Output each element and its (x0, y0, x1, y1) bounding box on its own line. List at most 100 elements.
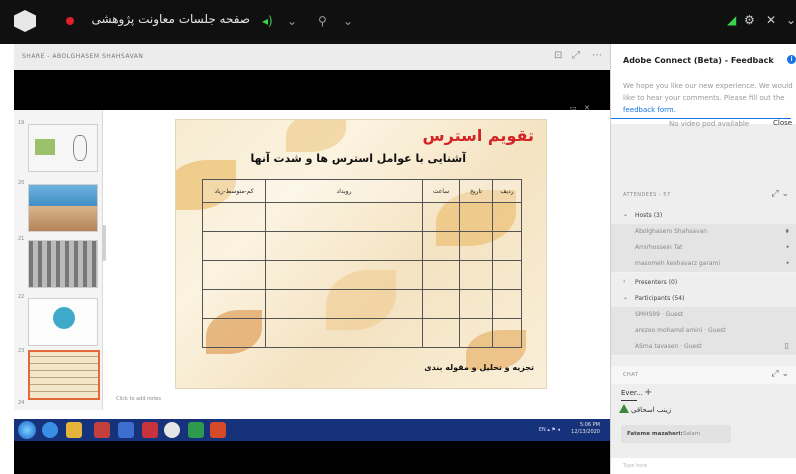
attendee-row[interactable]: arezoo mohamd amini · Guest (611, 323, 796, 340)
windows-taskbar: EN ▴ ⚑ ◂ 5:06 PM 12/13/2020 (14, 419, 610, 441)
thumb-number: 22 (18, 294, 25, 300)
thumb-number: 21 (18, 236, 25, 242)
share-pod-header: SHARE - ABOLGHASEM SHAHSAVAN ⊡ ⤢ ⋯ (14, 44, 610, 71)
attendee-status-icon: ⬧ (785, 226, 789, 235)
slide-footer-text: تجزیه و تحلیل و مقوله بندی (424, 363, 534, 372)
presentation-slide: تقویم استرس آشنایی با عوامل استرس ها و ش… (175, 119, 547, 389)
feedback-title: Adobe Connect (Beta) - Feedback (623, 56, 774, 65)
divider (611, 118, 791, 119)
chat-message-bubble: Fateme mazaheri: Salam (621, 425, 731, 443)
attendee-row[interactable]: Amirhossein Tat ⬩ (611, 240, 796, 257)
stress-calendar-table: ردیف تاریخ ساعت رویداد کم-متوسط-زیاد (202, 179, 522, 348)
info-icon[interactable]: i (787, 55, 796, 64)
new-chat-tab-icon[interactable]: + (644, 387, 652, 398)
attendee-name: Amirhossein Tat (635, 244, 683, 251)
chat-options-icon[interactable]: ⤢ ⌄ (771, 369, 789, 379)
column-header-row-number: ردیف (492, 179, 522, 203)
feedback-text: We hope you like our new experience. We … (623, 82, 793, 102)
chat-sender: Fateme mazaheri: (627, 431, 683, 437)
clock-date: 12/13/2020 (571, 429, 600, 435)
chat-tab-everyone[interactable]: Ever... (621, 389, 643, 397)
hosts-label: Hosts (3) (635, 212, 663, 219)
slide-thumbnail[interactable] (28, 240, 98, 288)
speaker-dropdown-icon[interactable]: ⌄ (287, 14, 297, 28)
participants-label: Participants (54) (635, 295, 685, 302)
recording-indicator-icon (66, 17, 74, 25)
slide-thumbnail[interactable] (28, 298, 98, 346)
column-header-date: تاریخ (459, 179, 493, 203)
restore-icon[interactable]: ▭ (570, 104, 577, 112)
thumbnail-scrollbar[interactable] (102, 225, 106, 261)
windows-start-icon[interactable] (18, 421, 36, 439)
table-row (202, 289, 522, 319)
thumb-number: 23 (18, 348, 25, 354)
attendees-options-icon[interactable]: ⤢ ⌄ (771, 189, 789, 199)
slide-thumbnails-pane[interactable]: 19 20 21 22 23 24 (14, 110, 103, 410)
app-window: صفحه جلسات معاونت پژوهشی ◂) ⌄ ⚲ ⌄ ◢ ⚙ ✕ … (0, 0, 796, 474)
chevron-down-icon: ⌄ (623, 211, 629, 218)
chevron-down-icon: ⌄ (623, 294, 629, 301)
thumb-number: 19 (18, 120, 25, 126)
close-doc-icon[interactable]: ✕ (584, 104, 590, 112)
hosts-group[interactable]: ⌄ Hosts (3) (611, 208, 796, 224)
slide-notes-placeholder[interactable]: Click to add notes (116, 396, 161, 402)
connection-signal-icon[interactable]: ◢ (727, 13, 736, 27)
powerpoint-icon[interactable] (210, 422, 226, 438)
presenters-group[interactable]: › Presenters (0) (611, 275, 796, 291)
attendees-title: ATTENDEES - 57 (623, 192, 671, 198)
device-icon: ▯ (784, 341, 789, 350)
internet-explorer-icon[interactable] (42, 422, 58, 438)
attendee-row[interactable]: masomeh keshavarz garami ⬩ (611, 256, 796, 273)
attendee-name: arezoo mohamd amini · Guest (635, 327, 726, 334)
attendee-row[interactable]: SMHS99 · Guest (611, 307, 796, 324)
pod-options-icon[interactable]: ⋯ (592, 50, 602, 61)
acrobat-icon[interactable] (142, 422, 158, 438)
attendee-name: masomeh keshavarz garami (635, 260, 721, 267)
thumb-number: 24 (18, 400, 25, 406)
attendee-row[interactable]: ASma tavasen · Guest ▯ (611, 339, 796, 356)
slide-thumbnail-selected[interactable] (28, 350, 100, 400)
speaker-icon[interactable]: ◂) (262, 14, 273, 28)
chat-input[interactable]: Type here (611, 458, 796, 474)
table-header-row: ردیف تاریخ ساعت رویداد کم-متوسط-زیاد (202, 179, 522, 203)
table-row (202, 318, 522, 348)
attendee-name: SMHS99 · Guest (635, 311, 684, 318)
feedback-close-button[interactable]: Close (773, 119, 792, 127)
meeting-title: صفحه جلسات معاونت پژوهشی (91, 12, 250, 26)
right-panel: Adobe Connect (Beta) - Feedback i We hop… (610, 44, 796, 474)
feedback-message: We hope you like our new experience. We … (623, 80, 793, 116)
column-header-time: ساعت (422, 179, 460, 203)
chat-input-placeholder: Type here (623, 463, 648, 469)
taskbar-app-icon[interactable] (188, 422, 204, 438)
table-row (202, 260, 522, 290)
feedback-form-link[interactable]: feedback form. (623, 106, 676, 114)
close-icon[interactable]: ✕ (766, 13, 776, 27)
adobe-connect-logo-icon (14, 10, 36, 32)
slide-thumbnail[interactable] (28, 184, 98, 232)
thumb-number: 20 (18, 180, 25, 186)
chat-message: زینب اسحاقی (631, 406, 672, 414)
chrome-icon[interactable] (164, 422, 180, 438)
taskbar-app-icon[interactable] (94, 422, 110, 438)
chat-tab-underline (621, 400, 637, 401)
microphone-dropdown-icon[interactable]: ⌄ (343, 14, 353, 28)
system-tray[interactable]: EN ▴ ⚑ ◂ (539, 427, 560, 433)
fit-to-screen-icon[interactable]: ⊡ (554, 50, 562, 61)
slide-subtitle: آشنایی با عوامل استرس ها و شدت آنها (250, 152, 466, 165)
clock-time: 5:06 PM (579, 422, 600, 428)
taskbar-app-icon[interactable] (118, 422, 134, 438)
user-avatar-icon (619, 404, 629, 413)
chevron-right-icon: › (623, 278, 626, 285)
menu-dropdown-icon[interactable]: ⌄ (786, 13, 796, 27)
participants-group[interactable]: ⌄ Participants (54) (611, 291, 796, 307)
settings-icon[interactable]: ⚙ (744, 13, 755, 27)
attendees-pod-header: ATTENDEES - 57 ⤢ ⌄ (611, 186, 796, 204)
attendee-row[interactable]: Abolghasem Shahsavan ⬧ (611, 224, 796, 241)
thumbnail-figure (53, 307, 75, 329)
file-explorer-icon[interactable] (66, 422, 82, 438)
fullscreen-icon[interactable]: ⤢ (572, 50, 580, 61)
slide-thumbnail[interactable] (28, 124, 98, 172)
microphone-icon[interactable]: ⚲ (318, 14, 327, 28)
taskbar-clock[interactable]: 5:06 PM 12/13/2020 (571, 422, 600, 436)
thumbnail-figure (73, 135, 87, 161)
